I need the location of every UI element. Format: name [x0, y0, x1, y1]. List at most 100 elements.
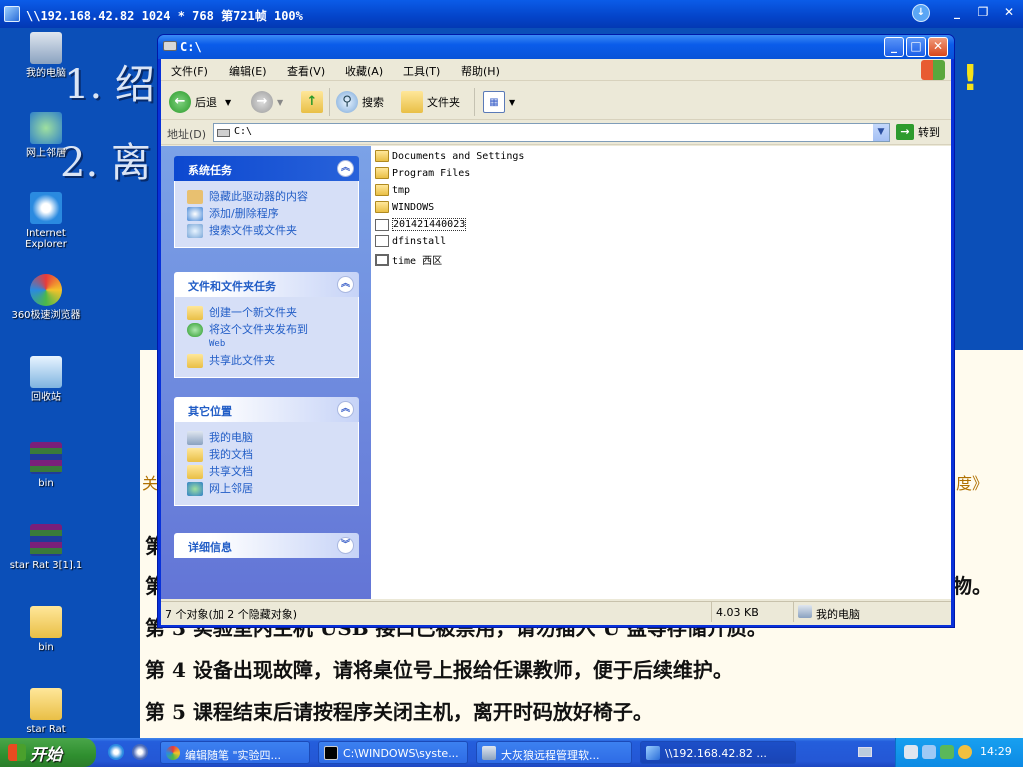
pin-icon[interactable]: ↓: [912, 4, 930, 22]
file-item[interactable]: tmp: [375, 184, 410, 196]
up-folder-icon: ↑: [301, 91, 323, 113]
task-new-folder[interactable]: 创建一个新文件夹: [187, 306, 358, 320]
security-tray-icon[interactable]: [940, 745, 954, 759]
quicklaunch-browser-icon[interactable]: [132, 744, 148, 760]
menu-bar: 文件(F) 编辑(E) 查看(V) 收藏(A) 工具(T) 帮助(H): [161, 59, 951, 81]
folder-icon: [30, 606, 62, 638]
collapse-icon[interactable]: ︽: [337, 276, 354, 293]
status-size: 4.03 KB: [711, 602, 793, 622]
desktop-icon-360[interactable]: 360极速浏览器: [6, 274, 86, 321]
place-network[interactable]: 网上邻居: [187, 482, 358, 496]
place-my-documents[interactable]: 我的文档: [187, 448, 358, 462]
task-blog-editor[interactable]: 编辑随笔 "实验四...: [160, 741, 310, 764]
remote-manager-icon: [482, 746, 496, 760]
search-button[interactable]: ⚲ 搜索: [336, 90, 384, 114]
file-item[interactable]: dfinstall: [375, 235, 446, 247]
panel-other-places: 其它位置 ︽ 我的电脑 我的文档 共享文档 网上邻居: [174, 397, 359, 506]
restore-button[interactable]: ❐: [972, 3, 994, 23]
go-label: 转到: [918, 126, 940, 139]
desktop-icon-label: 回收站: [31, 392, 61, 403]
desktop-icon-starrat-archive[interactable]: star Rat 3[1].1: [6, 524, 86, 571]
desktop-icon-ie[interactable]: Internet Explorer: [6, 192, 86, 250]
menu-favorites[interactable]: 收藏(A): [345, 63, 383, 79]
panel-title: 文件和文件夹任务: [188, 280, 276, 293]
start-button[interactable]: 开始: [0, 738, 96, 767]
desktop-icon-starrat-folder[interactable]: star Rat: [6, 688, 86, 735]
forward-button[interactable]: → ▼: [251, 90, 283, 114]
remote-window-titlebar[interactable]: \\192.168.42.82 1024 * 768 第721帧 100% ↓ …: [0, 0, 1023, 28]
folders-button[interactable]: 文件夹: [401, 90, 460, 114]
place-shared-documents[interactable]: 共享文档: [187, 465, 358, 479]
explorer-close-button[interactable]: ✕: [928, 37, 948, 57]
taskbar: 开始 编辑随笔 "实验四... C:\WINDOWS\syste... 大灰狼远…: [0, 738, 1023, 767]
back-button[interactable]: ← 后退 ▼: [169, 90, 231, 114]
keyboard-icon[interactable]: [858, 747, 872, 757]
menu-view[interactable]: 查看(V): [287, 63, 325, 79]
address-input[interactable]: C:\ ▼: [213, 123, 890, 142]
task-publish-web[interactable]: 将这个文件夹发布到 Web: [187, 323, 358, 351]
explorer-maximize-button[interactable]: □: [906, 37, 926, 57]
volume-tray-icon[interactable]: [922, 745, 936, 759]
clock[interactable]: 14:29: [980, 745, 1012, 758]
remote-desktop-icon: [646, 746, 660, 760]
collapse-icon[interactable]: ︽: [337, 401, 354, 418]
folder-icon: [375, 150, 389, 162]
task-remote-manager[interactable]: 大灰狼远程管理软...: [476, 741, 632, 764]
desktop-icon-bin-archive[interactable]: bin: [6, 442, 86, 489]
task-search-files[interactable]: 搜索文件或文件夹: [187, 224, 358, 238]
desktop-icon-network[interactable]: 网上邻居: [6, 112, 86, 159]
desktop-icon-label: 我的电脑: [26, 68, 66, 79]
task-hide-drive[interactable]: 隐藏此驱动器的内容: [187, 190, 358, 204]
menu-edit[interactable]: 编辑(E): [229, 63, 267, 79]
doc-line-right: 物。: [952, 574, 992, 598]
expand-icon[interactable]: ︾: [337, 537, 354, 554]
panel-header[interactable]: 其它位置 ︽: [174, 397, 359, 422]
file-item[interactable]: Program Files: [375, 167, 470, 179]
task-remote-desktop[interactable]: \\192.168.42.82 ...: [640, 741, 796, 764]
file-item[interactable]: time 西区: [375, 252, 442, 267]
desktop-icon-bin-folder[interactable]: bin: [6, 606, 86, 653]
search-icon: [187, 224, 203, 238]
menu-file[interactable]: 文件(F): [171, 63, 208, 79]
panel-header[interactable]: 文件和文件夹任务 ︽: [174, 272, 359, 297]
menu-help[interactable]: 帮助(H): [461, 63, 500, 79]
task-share-folder[interactable]: 共享此文件夹: [187, 354, 358, 368]
toolbar-separator: [474, 88, 475, 116]
network-icon: [187, 482, 203, 496]
menu-tools[interactable]: 工具(T): [403, 63, 440, 79]
network-tray-icon[interactable]: [904, 745, 918, 759]
forward-dropdown-icon[interactable]: ▼: [277, 98, 283, 107]
back-dropdown-icon[interactable]: ▼: [225, 98, 231, 107]
go-button[interactable]: → 转到: [896, 124, 940, 140]
views-button[interactable]: ▦ ▼: [483, 90, 515, 114]
remote-app-icon: [4, 6, 20, 22]
desktop-icon-recycle-bin[interactable]: 回收站: [6, 356, 86, 403]
file-item[interactable]: 201421440023: [375, 218, 467, 231]
panel-header[interactable]: 系统任务 ︽: [174, 156, 359, 181]
explorer-minimize-button[interactable]: _: [884, 37, 904, 57]
folder-icon: [375, 201, 389, 213]
place-my-computer[interactable]: 我的电脑: [187, 431, 358, 445]
doc-side-left: 关: [142, 474, 159, 493]
status-object-count: 7 个对象(加 2 个隐藏对象): [165, 608, 298, 621]
browser-360-icon: [30, 274, 62, 306]
file-item[interactable]: Documents and Settings: [375, 150, 524, 162]
file-item[interactable]: WINDOWS: [375, 201, 434, 213]
browser-360-icon: [166, 746, 180, 760]
file-icon: [375, 218, 389, 231]
explorer-titlebar[interactable]: C:\ _ □ ✕: [158, 35, 954, 59]
panel-title: 其它位置: [188, 405, 232, 418]
add-remove-icon: [187, 207, 203, 221]
panel-header[interactable]: 详细信息 ︾: [174, 533, 359, 558]
close-button[interactable]: ✕: [998, 3, 1020, 23]
task-add-remove-programs[interactable]: 添加/删除程序: [187, 207, 358, 221]
up-folder-button[interactable]: ↑: [301, 90, 327, 114]
desktop-icon-my-computer[interactable]: 我的电脑: [6, 32, 86, 79]
address-dropdown-icon[interactable]: ▼: [873, 124, 889, 141]
task-cmd[interactable]: C:\WINDOWS\syste...: [318, 741, 468, 764]
shield-tray-icon[interactable]: [958, 745, 972, 759]
minimize-button[interactable]: _: [946, 3, 968, 23]
collapse-icon[interactable]: ︽: [337, 160, 354, 177]
shortcut-icon: [375, 253, 389, 266]
quicklaunch-ie-icon[interactable]: [108, 744, 124, 760]
